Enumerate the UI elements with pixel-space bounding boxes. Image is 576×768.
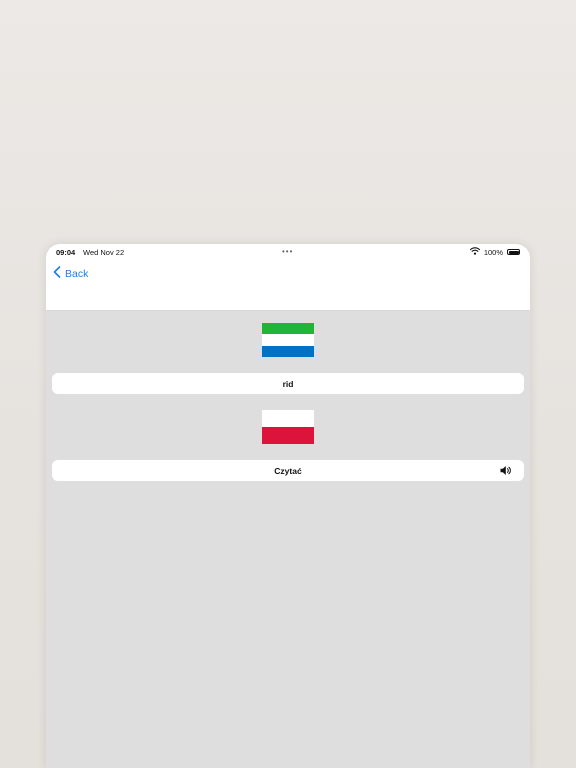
wifi-icon bbox=[469, 247, 480, 257]
status-right-group: 100% bbox=[469, 247, 520, 257]
status-date: Wed Nov 22 bbox=[83, 248, 125, 257]
chevron-left-icon bbox=[53, 266, 61, 281]
status-bar: 09:04 Wed Nov 22 ••• 100% bbox=[46, 244, 530, 260]
source-word: rid bbox=[282, 378, 294, 389]
multitask-dots-icon[interactable]: ••• bbox=[282, 247, 293, 256]
navigation-bar: Back bbox=[46, 260, 530, 311]
status-time: 09:04 bbox=[56, 248, 76, 257]
target-word-row: Czytać bbox=[52, 460, 524, 481]
battery-percent: 100% bbox=[483, 247, 503, 257]
poland-flag-icon bbox=[262, 410, 314, 444]
translation-content: rid Czytać bbox=[46, 311, 530, 768]
speaker-icon[interactable] bbox=[500, 465, 512, 476]
sierra-leone-flag-icon bbox=[262, 323, 314, 357]
device-frame: 09:04 Wed Nov 22 ••• 100% Back rid Czyta… bbox=[46, 244, 530, 768]
battery-icon bbox=[507, 249, 520, 255]
source-word-row: rid bbox=[52, 373, 524, 394]
target-word: Czytać bbox=[274, 465, 302, 476]
back-button[interactable]: Back bbox=[53, 266, 88, 281]
back-label: Back bbox=[65, 267, 89, 280]
